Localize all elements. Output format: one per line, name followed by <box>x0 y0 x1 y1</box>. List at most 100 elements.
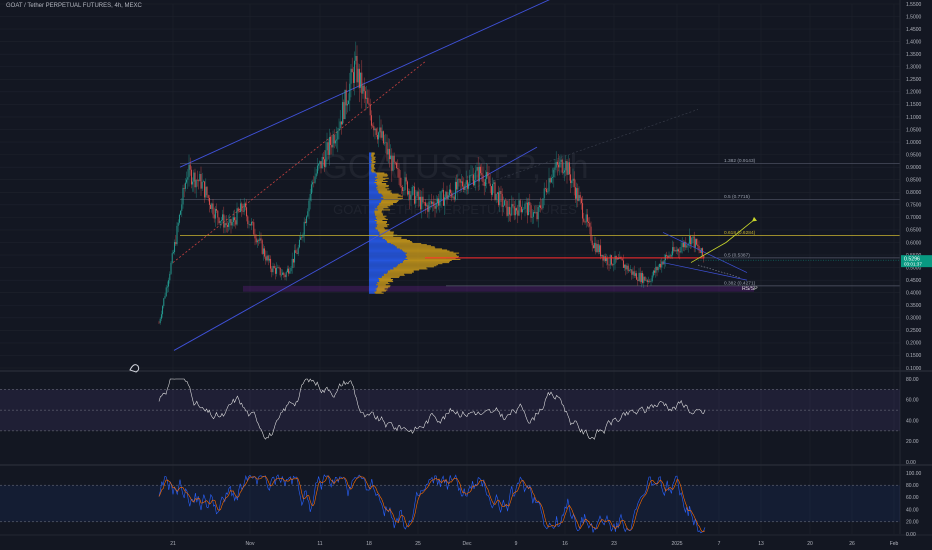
candle-body <box>564 170 565 172</box>
candle-body <box>697 245 698 246</box>
candle-body <box>282 273 283 275</box>
price-axis-label: 1.2500 <box>906 77 922 83</box>
candle-body <box>466 180 467 184</box>
profile-bar-sell <box>384 275 405 276</box>
candle-body <box>253 222 254 234</box>
candle-body <box>481 173 482 175</box>
profile-bar-sell <box>377 176 388 177</box>
candle-body <box>419 197 420 200</box>
candle-body <box>534 212 535 213</box>
candle-body <box>552 177 553 178</box>
candle-body <box>262 240 263 254</box>
candle-body <box>174 242 175 252</box>
profile-bar-sell <box>404 252 453 253</box>
candle-body <box>646 280 647 281</box>
candle-body <box>280 268 281 276</box>
candle-body <box>660 264 661 268</box>
profile-bar-sell <box>371 154 374 155</box>
candle-body <box>499 191 500 205</box>
candle-body <box>370 105 371 115</box>
candle-body <box>221 220 222 221</box>
candle-body <box>543 198 544 208</box>
candle-body <box>192 182 193 185</box>
candle-body <box>658 267 659 270</box>
profile-bar-buy <box>369 172 375 173</box>
candle-body <box>637 280 638 281</box>
profile-bar-sell <box>388 272 414 273</box>
candle-body <box>580 195 581 198</box>
stoch-axis-label: 60.00 <box>906 495 919 501</box>
profile-bar-sell <box>375 172 384 173</box>
stoch-axis-label: 100.00 <box>906 471 922 477</box>
profile-bar-sell <box>371 169 374 170</box>
candle-body <box>610 255 611 265</box>
profile-bar-buy <box>369 264 398 265</box>
candle-body <box>381 127 382 137</box>
profile-bar-buy <box>369 254 406 255</box>
candle-body <box>375 129 376 131</box>
candle-body <box>535 212 536 213</box>
profile-bar-sell <box>385 239 407 240</box>
profile-bar-buy <box>369 183 376 184</box>
time-axis-label: Feb <box>890 541 899 547</box>
candle-body <box>433 202 434 206</box>
candle-body <box>547 191 548 192</box>
candle-body <box>214 214 215 218</box>
profile-bar-buy <box>369 214 375 215</box>
profile-bar-sell <box>391 243 421 244</box>
candle-body <box>473 174 474 185</box>
profile-bar-sell <box>395 245 431 246</box>
candle-body <box>691 238 692 245</box>
candle-body <box>617 258 618 259</box>
candle-body <box>675 250 676 251</box>
profile-bar-buy <box>369 228 376 229</box>
profile-bar-buy <box>369 259 407 260</box>
stoch-axis-label: 20.00 <box>906 520 919 526</box>
chart-canvas[interactable]: GOATUSDT.P, 4h GOAT / TETHER PERPETUAL F… <box>0 0 932 550</box>
profile-bar-buy <box>369 167 371 168</box>
profile-bar-sell <box>398 264 438 265</box>
candle-body <box>293 259 294 263</box>
candle-body <box>655 267 656 273</box>
candle-body <box>561 160 562 162</box>
candle-body <box>305 222 306 223</box>
candle-body <box>489 176 490 183</box>
profile-bar-sell <box>381 194 398 195</box>
candle-body <box>172 253 173 263</box>
candle-body <box>159 323 160 324</box>
candle-body <box>640 273 641 282</box>
candle-body <box>196 180 197 187</box>
candle-body <box>502 194 503 207</box>
candle-body <box>659 264 660 267</box>
candle-body <box>207 187 208 196</box>
profile-bar-buy <box>369 260 404 261</box>
candle-body <box>202 182 203 189</box>
candle-body <box>474 180 475 185</box>
profile-bar-sell <box>371 167 374 168</box>
profile-bar-sell <box>394 268 428 269</box>
candle-body <box>271 269 272 273</box>
profile-bar-buy <box>369 202 381 203</box>
candle-body <box>313 182 314 183</box>
profile-bar-sell <box>375 214 383 215</box>
profile-bar-sell <box>379 236 393 237</box>
candle-body <box>335 140 336 143</box>
candle-body <box>604 256 605 260</box>
candle-body <box>618 258 619 259</box>
candle-body <box>160 319 161 323</box>
profile-bar-sell <box>372 162 376 163</box>
candle-body <box>498 192 499 205</box>
candle-body <box>247 216 248 224</box>
candle-body <box>565 161 566 170</box>
chart-title: GOAT / Tether PERPETUAL FUTURES, 4h, MEX… <box>6 3 142 9</box>
candle-body <box>651 281 652 282</box>
candle-body <box>537 212 538 219</box>
profile-bar-buy <box>369 201 381 202</box>
candle-body <box>555 168 556 170</box>
candle-body <box>541 208 542 209</box>
candle-body <box>418 192 419 200</box>
time-axis-label: Dec <box>463 541 472 547</box>
price-axis-label: 0.3500 <box>906 303 922 309</box>
candle-body <box>273 266 274 272</box>
time-axis-label: Nov <box>246 541 255 547</box>
